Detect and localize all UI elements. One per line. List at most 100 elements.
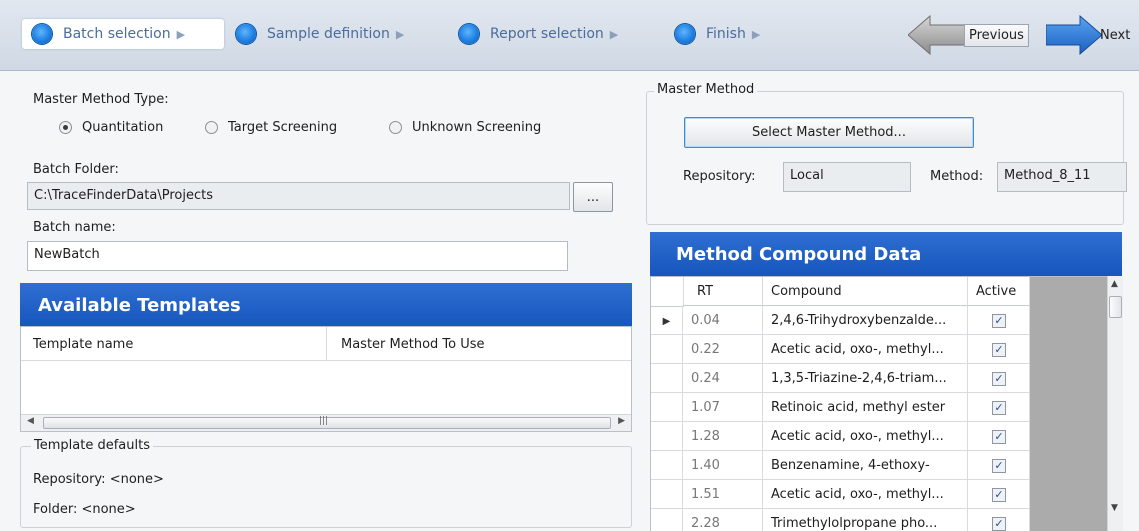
- grid-empty-area: [1030, 277, 1108, 531]
- step-label: Report selection: [490, 26, 604, 42]
- radio-selected-icon: [59, 121, 72, 134]
- compound-cell[interactable]: 2,4,6-Trihydroxybenzalde...: [763, 306, 968, 335]
- column-template-name[interactable]: Template name: [33, 337, 133, 352]
- compound-cell[interactable]: Retinoic acid, methyl ester: [763, 393, 968, 422]
- rt-cell[interactable]: 1.07: [683, 393, 763, 422]
- compound-cell[interactable]: 1,3,5-Triazine-2,4,6-triam...: [763, 364, 968, 393]
- master-method-group: [646, 91, 1124, 225]
- vertical-scrollbar[interactable]: ▲ ▼: [1107, 276, 1123, 531]
- batch-name-label: Batch name:: [33, 220, 116, 235]
- method-compound-header: Method Compound Data: [650, 232, 1122, 276]
- active-checkbox[interactable]: ✓: [992, 488, 1006, 502]
- column-compound[interactable]: Compound: [763, 277, 968, 306]
- radio-label: Quantitation: [82, 120, 164, 135]
- row-header[interactable]: [651, 480, 683, 509]
- step-indicator-icon: [236, 24, 256, 44]
- current-row-icon: ▶: [662, 316, 671, 327]
- step-report-selection[interactable]: Report selection ▶: [459, 19, 618, 49]
- chevron-right-icon: ▶: [395, 27, 405, 41]
- column-master-method[interactable]: Master Method To Use: [341, 337, 485, 352]
- step-finish[interactable]: Finish ▶: [675, 19, 760, 49]
- select-master-method-button[interactable]: Select Master Method...: [684, 117, 974, 148]
- compound-grid[interactable]: RT Compound Active ▶ 0.04 2,4,6-Trihydroxy…: [650, 276, 1122, 531]
- column-active[interactable]: Active: [968, 277, 1030, 306]
- radio-unselected-icon: [389, 121, 402, 134]
- row-header[interactable]: [651, 451, 683, 480]
- browse-folder-button[interactable]: ...: [573, 182, 613, 212]
- chevron-right-icon: ▶: [751, 27, 761, 41]
- step-indicator-icon: [675, 24, 695, 44]
- next-label: Next: [1100, 27, 1131, 43]
- row-header[interactable]: [651, 422, 683, 451]
- compound-cell[interactable]: Benzenamine, 4-ethoxy-: [763, 451, 968, 480]
- compound-cell[interactable]: Trimethylolpropane pho...: [763, 509, 968, 531]
- chevron-right-icon: ▶: [609, 27, 619, 41]
- row-header[interactable]: [651, 335, 683, 364]
- templates-grid[interactable]: Template name Master Method To Use ◀ |||…: [20, 326, 632, 432]
- radio-target-screening[interactable]: Target Screening: [205, 120, 337, 135]
- active-checkbox[interactable]: ✓: [992, 430, 1006, 444]
- row-header[interactable]: [651, 509, 683, 531]
- active-cell[interactable]: ✓: [968, 509, 1030, 531]
- compound-cell[interactable]: Acetic acid, oxo-, methyl...: [763, 422, 968, 451]
- step-label: Sample definition: [267, 26, 390, 42]
- row-header[interactable]: [651, 364, 683, 393]
- chevron-right-icon: ▶: [176, 27, 186, 41]
- batch-name-input[interactable]: NewBatch: [27, 241, 568, 271]
- rt-cell[interactable]: 1.28: [683, 422, 763, 451]
- scroll-up-icon[interactable]: ▲: [1111, 279, 1118, 289]
- column-rt[interactable]: RT: [683, 277, 763, 306]
- active-cell[interactable]: ✓: [968, 480, 1030, 509]
- step-indicator-icon: [32, 24, 52, 44]
- rt-cell[interactable]: 1.40: [683, 451, 763, 480]
- scroll-thumb[interactable]: |||: [43, 416, 611, 429]
- active-checkbox[interactable]: ✓: [992, 459, 1006, 473]
- method-field: Method_8_11: [997, 162, 1127, 192]
- rt-cell[interactable]: 0.24: [683, 364, 763, 393]
- scroll-down-icon[interactable]: ▼: [1111, 503, 1118, 513]
- active-checkbox[interactable]: ✓: [992, 372, 1006, 386]
- method-type-label: Master Method Type:: [33, 92, 169, 107]
- horizontal-scrollbar[interactable]: ◀ ||| ▶: [21, 414, 631, 431]
- active-checkbox[interactable]: ✓: [992, 314, 1006, 328]
- wizard-bar: Batch selection ▶ Sample definition ▶ Re…: [0, 0, 1139, 71]
- repository-field: Local: [783, 162, 911, 192]
- active-cell[interactable]: ✓: [968, 422, 1030, 451]
- compound-cell[interactable]: Acetic acid, oxo-, methyl...: [763, 480, 968, 509]
- row-header-corner: [651, 277, 684, 307]
- scroll-thumb[interactable]: [1109, 296, 1122, 318]
- previous-label: Previous: [964, 23, 1029, 47]
- active-cell[interactable]: ✓: [968, 393, 1030, 422]
- active-checkbox[interactable]: ✓: [992, 401, 1006, 415]
- rt-cell[interactable]: 0.04: [683, 306, 763, 335]
- next-button[interactable]: Next: [1046, 15, 1131, 55]
- active-cell[interactable]: ✓: [968, 335, 1030, 364]
- row-header[interactable]: [651, 393, 683, 422]
- method-label: Method:: [930, 169, 984, 184]
- active-cell[interactable]: ✓: [968, 364, 1030, 393]
- active-cell[interactable]: ✓: [968, 451, 1030, 480]
- batch-folder-field[interactable]: C:\TraceFinderData\Projects: [27, 182, 570, 210]
- active-checkbox[interactable]: ✓: [992, 343, 1006, 357]
- rt-cell[interactable]: 0.22: [683, 335, 763, 364]
- step-sample-definition[interactable]: Sample definition ▶: [236, 19, 404, 49]
- step-label: Finish: [706, 26, 746, 42]
- row-header[interactable]: ▶: [651, 306, 683, 335]
- rt-cell[interactable]: 1.51: [683, 480, 763, 509]
- previous-button[interactable]: Previous: [908, 15, 1029, 55]
- defaults-repository: Repository: <none>: [33, 472, 164, 487]
- rt-cell[interactable]: 2.28: [683, 509, 763, 531]
- arrow-right-icon: [1046, 15, 1102, 55]
- batch-folder-label: Batch Folder:: [33, 162, 119, 177]
- scroll-right-icon[interactable]: ▶: [618, 416, 625, 426]
- radio-unknown-screening[interactable]: Unknown Screening: [389, 120, 541, 135]
- active-cell[interactable]: ✓: [968, 306, 1030, 335]
- available-templates-header: Available Templates: [20, 283, 632, 327]
- radio-quantitation[interactable]: Quantitation: [59, 120, 163, 135]
- active-checkbox[interactable]: ✓: [992, 517, 1006, 531]
- step-batch-selection[interactable]: Batch selection ▶: [22, 19, 224, 49]
- scroll-left-icon[interactable]: ◀: [27, 416, 34, 426]
- compound-cell[interactable]: Acetic acid, oxo-, methyl...: [763, 335, 968, 364]
- grip-icon: |||: [319, 416, 329, 426]
- arrow-left-icon: [908, 15, 966, 55]
